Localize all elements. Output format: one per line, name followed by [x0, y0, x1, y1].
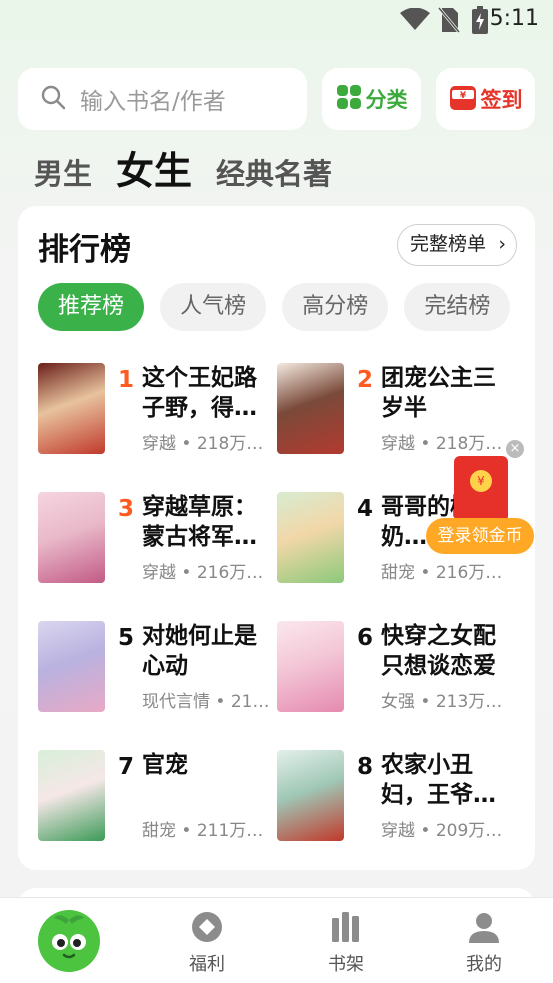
book-item[interactable]: 3 穿越草原：蒙古将军… 穿越 • 216万… — [38, 492, 270, 592]
clock: 5:11 — [489, 6, 539, 31]
ranking-title: 排行榜 — [38, 232, 131, 268]
svg-text:¥: ¥ — [459, 91, 466, 101]
tab-recommended[interactable]: 推荐榜 — [38, 283, 145, 331]
nav-benefits-label: 福利 — [189, 954, 225, 975]
calendar-yuan-icon: ¥ — [449, 83, 481, 116]
ranking-tabs: 推荐榜 人气榜 高分榜 完结榜 — [38, 283, 535, 331]
book-rank: 6 — [357, 625, 374, 651]
gender-tabs: 男生 女生 经典名著 — [34, 140, 356, 196]
tab-completed[interactable]: 完结榜 — [404, 283, 511, 331]
close-icon[interactable]: × — [506, 440, 524, 458]
book-title: 官宠 — [142, 752, 188, 778]
book-rank: 7 — [118, 754, 135, 780]
book-item[interactable]: 6 快穿之女配只想谈恋爱 女强 • 213万… — [277, 621, 509, 721]
book-meta: 穿越 • 218万… — [142, 434, 264, 454]
book-meta: 穿越 • 209万… — [381, 821, 503, 841]
nav-profile[interactable]: 我的 — [434, 898, 534, 983]
bookshelf-icon — [329, 910, 363, 948]
nav-profile-label: 我的 — [466, 954, 502, 975]
book-item[interactable]: 8 农家小丑妇，王爷… 穿越 • 209万… — [277, 750, 509, 850]
book-rank: 2 — [357, 367, 374, 393]
benefits-icon — [190, 910, 224, 948]
battery-charging-icon — [472, 6, 488, 38]
book-meta: 女强 • 213万… — [381, 692, 503, 712]
book-cover[interactable] — [277, 492, 344, 583]
book-item[interactable]: 5 对她何止是心动 现代言情 • 21… — [38, 621, 270, 721]
book-cover[interactable] — [277, 621, 344, 712]
book-cover[interactable] — [277, 363, 344, 454]
book-cover[interactable] — [38, 621, 105, 712]
wifi-icon — [400, 7, 430, 34]
nav-bookshelf-label: 书架 — [328, 954, 364, 975]
book-title: 对她何止是心动 — [142, 623, 257, 679]
book-cover[interactable] — [38, 492, 105, 583]
search-input[interactable]: 输入书名/作者 — [18, 68, 307, 130]
tab-male[interactable]: 男生 — [34, 151, 92, 193]
book-cover[interactable] — [277, 750, 344, 841]
book-rank: 3 — [118, 496, 135, 522]
signin-label: 签到 — [480, 88, 523, 112]
book-title: 农家小丑妇，王爷… — [381, 752, 496, 808]
no-sim-icon — [437, 7, 461, 37]
tab-popular[interactable]: 人气榜 — [160, 283, 267, 331]
login-reward-button[interactable]: 登录领金币 — [426, 518, 534, 554]
status-bar: 5:11 — [0, 0, 553, 40]
book-title: 穿越草原：蒙古将军… — [142, 494, 257, 550]
category-label: 分类 — [365, 88, 408, 112]
book-rank: 5 — [118, 625, 135, 651]
book-item[interactable]: 1 这个王妃路子野，得… 穿越 • 218万… — [38, 363, 270, 463]
chevron-right-icon: › — [498, 233, 506, 255]
nav-benefits[interactable]: 福利 — [157, 898, 257, 983]
signin-button[interactable]: ¥ 签到 — [436, 68, 535, 130]
category-button[interactable]: 分类 — [322, 68, 421, 130]
book-item[interactable]: 7 官宠 甜宠 • 211万… — [38, 750, 270, 850]
book-title: 快穿之女配只想谈恋爱 — [381, 623, 496, 679]
grid-icon — [336, 84, 366, 115]
book-title: 团宠公主三岁半 — [381, 365, 496, 421]
book-title: 这个王妃路子野，得… — [142, 365, 257, 421]
nav-bookshelf[interactable]: 书架 — [296, 898, 396, 983]
book-meta: 现代言情 • 21… — [142, 692, 270, 712]
book-cover[interactable] — [38, 750, 105, 841]
full-list-button[interactable]: 完整榜单 › — [396, 224, 517, 266]
book-rank: 4 — [357, 496, 374, 522]
book-cover[interactable] — [38, 363, 105, 454]
full-list-label: 完整榜单 — [409, 233, 486, 255]
book-meta: 甜宠 • 211万… — [142, 821, 264, 841]
user-icon — [467, 910, 501, 948]
search-placeholder: 输入书名/作者 — [80, 89, 226, 115]
book-meta: 甜宠 • 216万… — [381, 563, 503, 583]
tab-top-rated[interactable]: 高分榜 — [282, 283, 389, 331]
login-reward-promo[interactable]: × ¥ 登录领金币 — [426, 440, 536, 558]
search-icon — [40, 84, 66, 114]
coin-icon: ¥ — [470, 470, 492, 492]
mascot-home-icon[interactable] — [38, 910, 100, 972]
tab-female[interactable]: 女生 — [116, 140, 192, 195]
book-rank: 1 — [118, 367, 135, 393]
tab-classics[interactable]: 经典名著 — [216, 151, 332, 193]
book-rank: 8 — [357, 754, 374, 780]
book-meta: 穿越 • 216万… — [142, 563, 264, 583]
